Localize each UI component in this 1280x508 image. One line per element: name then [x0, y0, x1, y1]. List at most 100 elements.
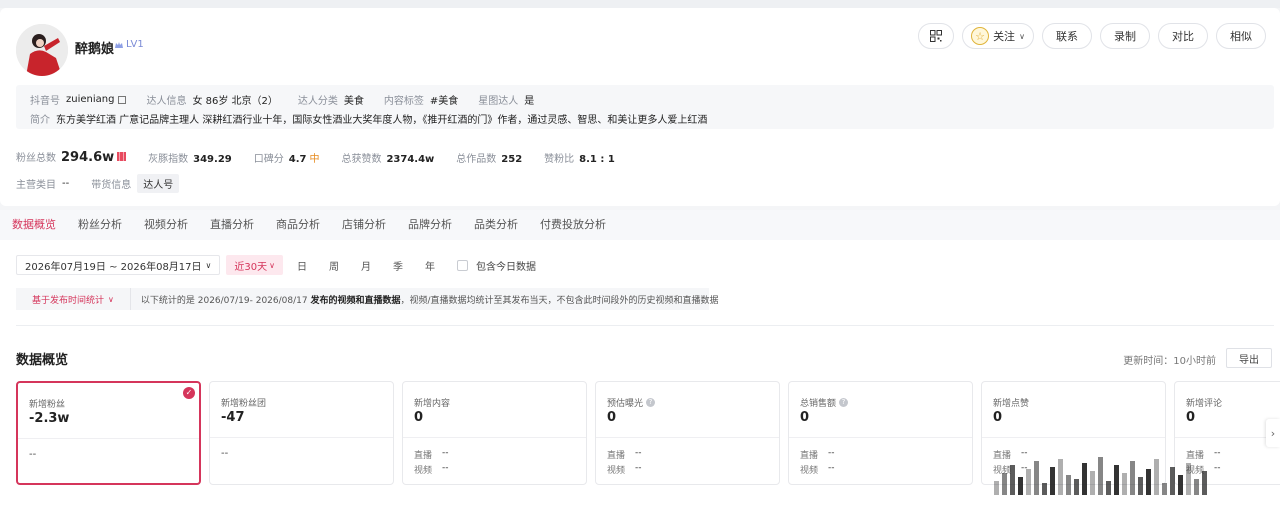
- grey-index-label: 灰豚指数: [148, 153, 189, 165]
- video-label: 视频: [800, 466, 819, 476]
- tab-live[interactable]: 直播分析: [210, 210, 254, 240]
- tab-shop[interactable]: 店铺分析: [342, 210, 386, 240]
- range-week[interactable]: 周: [321, 255, 347, 275]
- card-video-row: 视频 --: [800, 463, 835, 476]
- fans-value: 294.6w: [61, 150, 115, 165]
- watermark-bar: [1162, 483, 1167, 495]
- notice-suffix: ，视频/直播数据均统计至其发布当天，不包含此时间段外的历史视频和直播数据: [400, 295, 719, 306]
- card-separator: [18, 438, 199, 439]
- star-icon: ☆: [971, 27, 990, 45]
- card-detail: --: [221, 448, 229, 459]
- watermark-bar: [1202, 471, 1207, 495]
- follow-button[interactable]: ☆ 关注 ∨: [962, 23, 1034, 49]
- card-value: 0: [800, 410, 810, 425]
- help-icon[interactable]: ?: [646, 398, 656, 407]
- filter-bar: 2026年07月19日 ~ 2026年08月17日 ∨ 近30天 ∨ 日 周 月…: [16, 255, 536, 275]
- card-new-fans[interactable]: 新增粉丝 -2.3w -- ✓: [16, 381, 201, 485]
- grey-index-value: 349.29: [193, 153, 232, 165]
- bar-chart-icon[interactable]: [117, 152, 127, 161]
- tab-paid-ads[interactable]: 付费投放分析: [540, 210, 606, 240]
- watermark: [994, 455, 1264, 495]
- preset-30-days[interactable]: 近30天 ∨: [226, 255, 283, 275]
- works-label: 总作品数: [456, 153, 497, 165]
- export-button[interactable]: 导出: [1226, 348, 1272, 368]
- douyin-id-value: zuieniang: [66, 94, 115, 105]
- reputation-label: 口碑分: [253, 153, 284, 165]
- card-live-row: 直播 --: [414, 448, 449, 461]
- range-year[interactable]: 年: [417, 255, 443, 275]
- card-value: -47: [221, 410, 245, 425]
- info-box: 抖音号 zuieniang 达人信息 女 86岁 北京（2） 达人分类 美食 内…: [16, 85, 1274, 129]
- live-value: --: [635, 448, 642, 458]
- tab-fans[interactable]: 粉丝分析: [78, 210, 122, 240]
- help-icon[interactable]: ?: [839, 398, 849, 407]
- ratio-value: 8.1 : 1: [579, 153, 615, 165]
- date-range-picker[interactable]: 2026年07月19日 ~ 2026年08月17日 ∨: [16, 255, 221, 275]
- qr-code-button[interactable]: [918, 23, 954, 49]
- works-value: 252: [501, 153, 523, 165]
- range-month[interactable]: 月: [353, 255, 379, 275]
- card-label: 新增粉丝: [29, 400, 66, 410]
- similar-button[interactable]: 相似: [1216, 23, 1266, 49]
- stat-notice: 基于发布时间统计 ∨ 以下统计的是 2026/07/19- 2026/08/17…: [16, 288, 719, 310]
- live-label: 直播: [607, 451, 626, 461]
- watermark-bar: [1074, 479, 1079, 495]
- watermark-bar: [1130, 461, 1135, 495]
- star-talent-value: 是: [524, 96, 535, 107]
- main-category-value: --: [62, 178, 70, 189]
- stat-basis-text: 基于发布时间统计: [32, 295, 105, 306]
- stat-basis-select[interactable]: 基于发布时间统计 ∨: [16, 288, 131, 310]
- tab-brand[interactable]: 品牌分析: [408, 210, 452, 240]
- watermark-bar: [1098, 457, 1103, 495]
- follow-label: 关注: [993, 30, 1016, 43]
- ratio-label: 赞粉比: [544, 153, 575, 165]
- card-label: 新增评论: [1186, 399, 1223, 409]
- tab-overview[interactable]: 数据概览: [12, 210, 56, 240]
- tab-goods[interactable]: 商品分析: [276, 210, 320, 240]
- douyin-id: 抖音号 zuieniang: [30, 92, 127, 107]
- watermark-bar: [1090, 471, 1095, 495]
- watermark-bar: [1138, 477, 1143, 495]
- card-label: 新增点赞: [993, 399, 1030, 409]
- include-today-checkbox[interactable]: [457, 259, 468, 271]
- include-today-label: 包含今日数据: [476, 261, 536, 273]
- record-button[interactable]: 录制: [1100, 23, 1150, 49]
- watermark-bar: [1154, 459, 1159, 495]
- content-tag-label: 内容标签: [383, 96, 424, 107]
- card-separator: [596, 437, 779, 438]
- top-strip: [0, 0, 1280, 8]
- card-video-row: 视频 --: [414, 463, 449, 476]
- watermark-bar: [1050, 467, 1055, 495]
- goods-tag[interactable]: 达人号: [137, 174, 180, 193]
- info-line-basic: 抖音号 zuieniang 达人信息 女 86岁 北京（2） 达人分类 美食 内…: [30, 92, 554, 107]
- compare-button[interactable]: 对比: [1158, 23, 1208, 49]
- range-day[interactable]: 日: [289, 255, 315, 275]
- intro-label: 简介: [30, 115, 50, 126]
- star-talent: 星图达人 是: [478, 92, 534, 107]
- avatar[interactable]: [16, 24, 68, 76]
- talent-info-label: 达人信息: [146, 96, 187, 107]
- range-quarter[interactable]: 季: [385, 255, 411, 275]
- card-estimated-exposure[interactable]: 预估曝光? 0 直播 -- 视频 --: [595, 381, 780, 485]
- watermark-bar: [1042, 483, 1047, 495]
- card-label: 新增粉丝团: [221, 399, 267, 409]
- card-total-sales[interactable]: 总销售额? 0 直播 -- 视频 --: [788, 381, 973, 485]
- contact-button[interactable]: 联系: [1042, 23, 1092, 49]
- card-new-content[interactable]: 新增内容 0 直播 -- 视频 --: [402, 381, 587, 485]
- watermark-bar: [1170, 467, 1175, 495]
- tab-video[interactable]: 视频分析: [144, 210, 188, 240]
- card-live-row: 直播 --: [800, 448, 835, 461]
- stat-ratio: 赞粉比 8.1 : 1: [544, 150, 615, 165]
- card-new-fan-club[interactable]: 新增粉丝团 -47 --: [209, 381, 394, 485]
- copy-icon[interactable]: [118, 95, 127, 104]
- watermark-bar: [1058, 459, 1063, 495]
- card-value: 0: [607, 410, 617, 425]
- card-separator: [1175, 437, 1280, 438]
- tab-category[interactable]: 品类分析: [474, 210, 518, 240]
- reputation-level: 中: [309, 153, 320, 165]
- notice-bold: 发布的视频和直播数据: [310, 295, 401, 306]
- action-group: ☆ 关注 ∨ 联系 录制 对比 相似: [918, 23, 1266, 49]
- qr-code-icon: [930, 30, 942, 42]
- card-value: -2.3w: [29, 411, 70, 426]
- chevron-right-icon[interactable]: ›: [1266, 419, 1280, 447]
